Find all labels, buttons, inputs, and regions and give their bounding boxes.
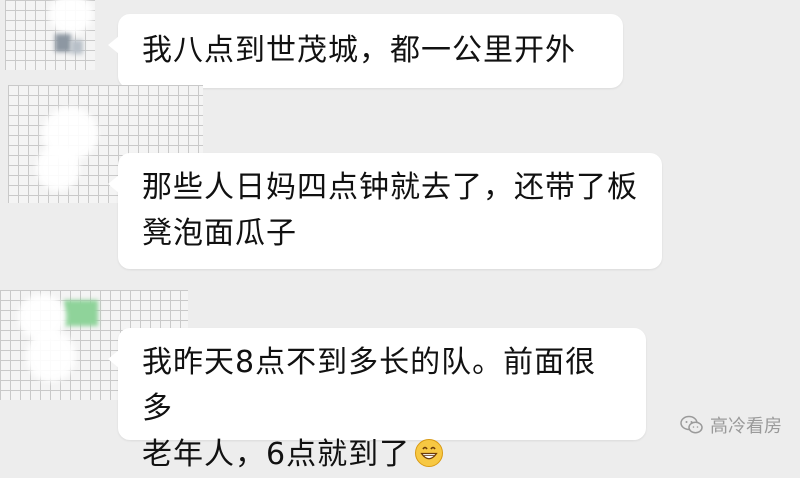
avatar[interactable] <box>5 0 95 70</box>
message-bubble[interactable]: 那些人日妈四点钟就去了，还带了板 凳泡面瓜子 <box>108 153 662 269</box>
message-text-line: 老年人，6点就到了 <box>142 432 622 478</box>
watermark-label: 高冷看房 <box>710 416 782 437</box>
wechat-icon <box>680 415 703 434</box>
message-bubble[interactable]: 我昨天8点不到多长的队。前面很多 老年人，6点就到了 <box>108 328 646 472</box>
message-text: 老年人，6点就到了 <box>142 437 411 472</box>
message-text-line: 我昨天8点不到多长的队。前面很多 <box>142 345 597 426</box>
grinning-face-emoji-icon <box>415 439 444 467</box>
message-text-line: 凳泡面瓜子 <box>142 216 297 251</box>
message-text: 我八点到世茂城，都一公里开外了 <box>142 33 576 118</box>
message-text-line: 那些人日妈四点钟就去了，还带了板 <box>142 170 638 205</box>
watermark: 高冷看房 <box>680 412 782 438</box>
message-bubble[interactable]: 我八点到世茂城，都一公里开外了 <box>108 14 623 118</box>
